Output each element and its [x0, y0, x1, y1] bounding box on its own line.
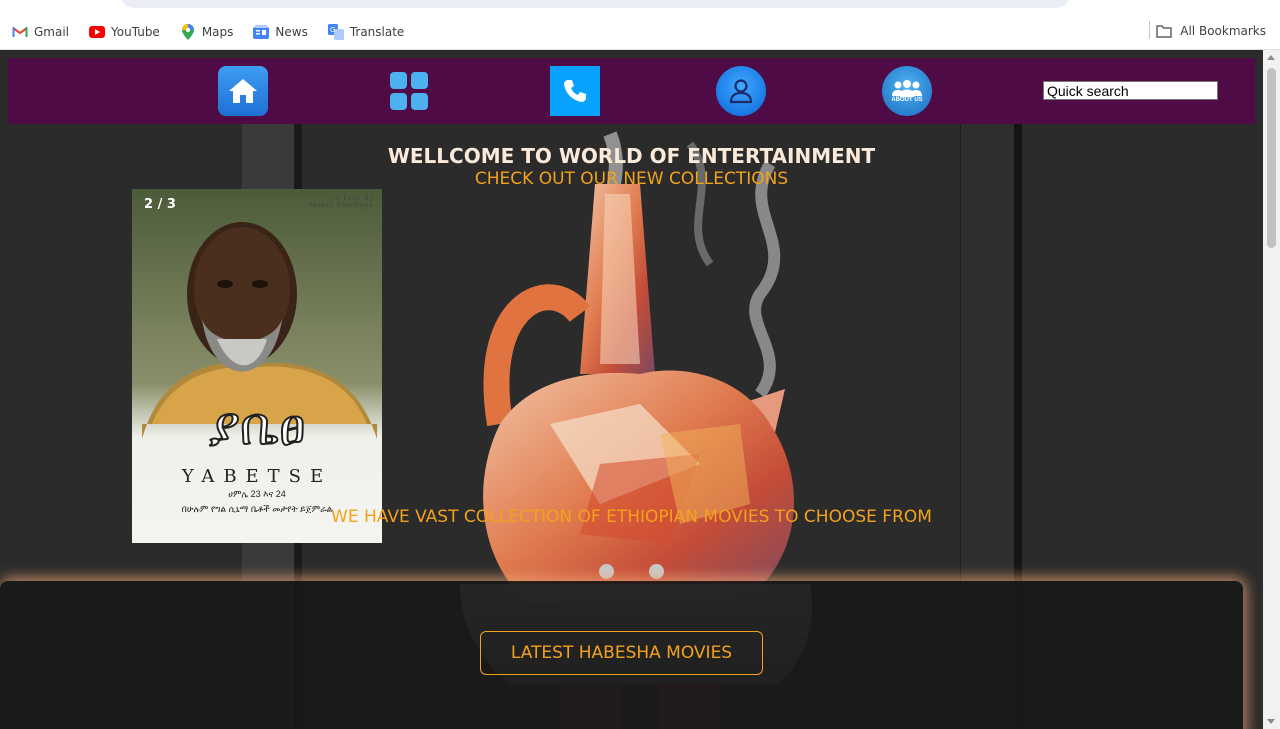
poster-release-date: ሀምሌ 23 እና 24 — [228, 489, 286, 499]
slide-dot-2[interactable] — [649, 564, 664, 579]
bookmark-label: YouTube — [111, 24, 160, 39]
hero-caption: WE HAVE VAST COLLECTION OF ETHIOPIAN MOV… — [331, 507, 932, 527]
about-us-icon — [892, 80, 922, 97]
categories-button[interactable] — [384, 66, 434, 116]
bookmark-news[interactable]: News — [243, 18, 317, 46]
page-viewport: WELLCOME TO WORLD OF ENTERTAINMENT CHECK… — [0, 50, 1263, 729]
svg-text:G: G — [330, 26, 335, 34]
home-button[interactable] — [218, 66, 268, 116]
poster-title-latin: YABETSE — [181, 466, 333, 487]
poster-title-amharic: ያቤፀ — [208, 396, 307, 458]
home-icon — [229, 79, 257, 103]
bookmark-label: News — [275, 24, 308, 39]
bookmark-label: Gmail — [34, 24, 70, 39]
address-bar-edge[interactable] — [120, 0, 1070, 8]
account-button[interactable] — [716, 66, 766, 116]
folder-icon — [1156, 23, 1173, 39]
slide-dot-1[interactable] — [599, 564, 614, 579]
all-bookmarks-button[interactable]: All Bookmarks — [1156, 17, 1266, 45]
hero-title: WELLCOME TO WORLD OF ENTERTAINMENT — [387, 144, 876, 168]
movie-poster-slide[interactable]: 2 / 3 A Film By Alazar Saleligne ያቤፀ YAB… — [132, 189, 382, 543]
page-scrollbar[interactable] — [1263, 50, 1280, 729]
poster-credit: A Film By Alazar Saleligne — [308, 195, 374, 209]
hero-slideshow: WELLCOME TO WORLD OF ENTERTAINMENT CHECK… — [0, 124, 1263, 729]
bookmarks-bar: Gmail YouTube Maps News G Translate All … — [0, 14, 1280, 50]
scroll-up-arrow-icon[interactable] — [1267, 55, 1275, 60]
slide-counter: 2 / 3 — [144, 197, 176, 212]
about-us-label: ABOUT US — [891, 97, 923, 103]
scroll-down-arrow-icon[interactable] — [1267, 719, 1275, 724]
site-navbar: ABOUT US — [8, 58, 1255, 124]
bookmarks-divider — [1149, 21, 1150, 39]
hero-subtitle: CHECK OUT OUR NEW COLLECTIONS — [474, 169, 789, 189]
latest-habesha-movies-button[interactable]: LATEST HABESHA MOVIES — [480, 631, 763, 675]
bookmark-maps[interactable]: Maps — [170, 18, 244, 46]
user-icon — [729, 79, 753, 104]
all-bookmarks-label: All Bookmarks — [1180, 24, 1266, 38]
browser-top-strip — [0, 0, 1280, 14]
youtube-icon — [89, 24, 106, 40]
quick-search-input[interactable] — [1043, 81, 1218, 100]
scrollbar-thumb[interactable] — [1267, 68, 1276, 248]
news-icon — [253, 24, 270, 40]
about-us-button[interactable]: ABOUT US — [882, 66, 932, 116]
bookmark-youtube[interactable]: YouTube — [79, 18, 170, 46]
maps-icon — [180, 23, 196, 40]
translate-icon: G — [327, 23, 344, 40]
latest-movies-section: LATEST HABESHA MOVIES — [0, 581, 1243, 729]
bookmark-label: Translate — [349, 24, 405, 39]
phone-icon — [564, 80, 586, 102]
bookmark-translate[interactable]: G Translate — [318, 18, 415, 46]
bookmark-label: Maps — [201, 24, 234, 39]
bookmark-gmail[interactable]: Gmail — [0, 18, 79, 46]
grid-icon — [390, 72, 428, 110]
gmail-icon — [12, 24, 28, 40]
contact-button[interactable] — [550, 66, 600, 116]
